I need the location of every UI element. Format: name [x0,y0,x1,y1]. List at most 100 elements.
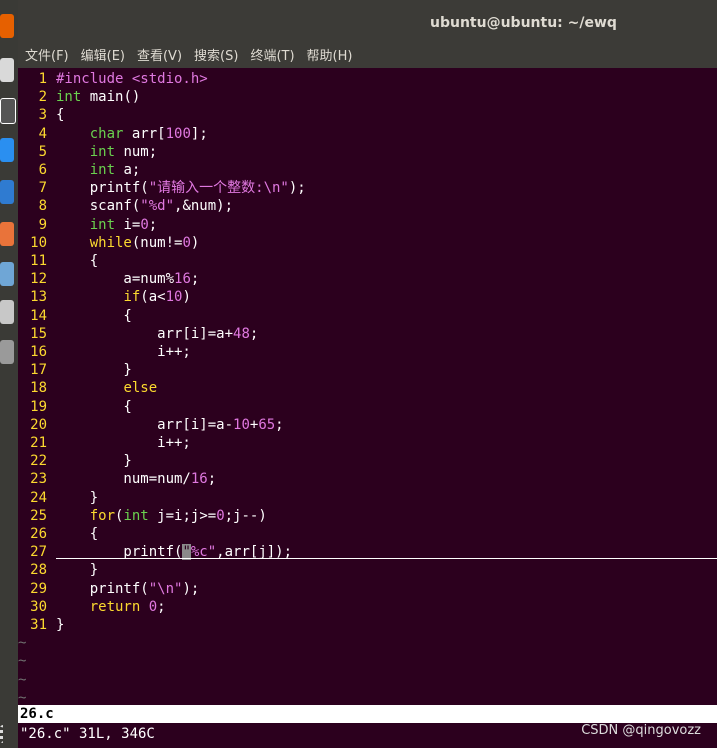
line-number: 20 [30,416,47,433]
line-code: printf("\n"); [56,580,200,597]
code-line: 31} [18,616,64,634]
code-token: num; [115,143,158,160]
line-code: arr[i]=a+48; [56,326,258,342]
code-token: scanf( [56,198,141,215]
code-line: 8 scanf("%d",&num); [18,197,233,215]
code-token: { [56,107,65,124]
code-token: ) [182,289,191,306]
code-token: 0 [140,216,149,233]
code-token: { [56,526,99,542]
text-editor-icon[interactable] [0,300,14,324]
code-line: 24 } [18,489,98,507]
menu-search[interactable]: 搜索(S) [194,45,238,64]
code-token: } [56,562,99,579]
line-code: i++; [56,435,191,451]
line-number: 10 [30,234,47,251]
code-token: ) [190,234,200,251]
empty-line-marker: ~ [18,671,27,688]
code-line: 6 int a; [18,161,141,179]
firefox-icon[interactable] [0,14,14,38]
code-token: } [56,453,132,470]
line-code: char arr[100]; [56,126,208,142]
menu-help[interactable]: 帮助(H) [307,45,353,64]
code-line: 11 { [18,252,98,270]
code-token: "请输入一个整数:\n" [148,180,289,197]
code-token: ]; [190,125,208,142]
code-token: int [123,507,149,524]
software-icon[interactable] [0,222,14,246]
menu-file[interactable]: 文件(F) [25,45,69,64]
code-token: 10 [233,416,250,433]
code-line: 14 { [18,307,132,325]
line-code: else [56,380,157,396]
code-token: 0 [216,507,225,524]
empty-line-marker: ~ [18,635,27,652]
code-line: 1 #include <stdio.h> [18,70,208,88]
code-token: arr[i]=a- [56,416,234,433]
code-token: <stdio.h> [131,71,208,87]
code-token: (num!= [131,234,183,251]
line-number: 14 [30,307,47,324]
settings-icon[interactable] [0,262,14,286]
line-number: 2 [38,89,47,106]
line-number: 17 [30,362,47,379]
code-line: 15 arr[i]=a+48; [18,325,258,343]
menu-edit[interactable]: 编辑(E) [81,45,125,64]
apps-grid-icon[interactable] [0,725,17,743]
writer-icon[interactable] [0,180,14,204]
code-line: 7 printf("请输入一个整数:\n"); [18,179,306,197]
title-bar: ubuntu@ubuntu: ~/ewq [18,8,717,40]
line-code: } [56,562,98,578]
code-token: ); [182,580,200,597]
code-token: arr[ [123,125,166,142]
code-token: 0 [148,598,158,615]
code-line: 29 printf("\n"); [18,580,199,598]
line-number: 22 [30,453,47,470]
code-token: { [56,307,132,324]
window-title: ubuntu@ubuntu: ~/ewq [430,15,617,31]
code-line: 13 if(a<10) [18,288,191,306]
line-number: 6 [38,162,47,178]
line-number: 21 [30,435,47,451]
line-number: 16 [30,344,47,360]
code-line: 25 for(int j=i;j>=0;j--) [18,507,267,525]
code-line: 5 int num; [18,143,158,161]
line-number: 3 [38,107,47,124]
terminal-icon[interactable] [0,98,16,124]
line-code: return 0; [56,599,166,615]
line-number: 31 [30,617,47,633]
menu-terminal[interactable]: 终端(T) [250,45,294,64]
code-token: ,&num); [174,198,234,215]
code-line: 4 char arr[100]; [18,125,208,143]
line-code: } [56,453,132,470]
code-line: 26 { [18,525,98,543]
line-number: 26 [30,526,47,542]
line-code: arr[i]=a-10+65; [56,416,283,433]
code-line: 17 } [18,361,132,379]
line-code: { [56,399,131,415]
code-line: 12 a=num%16; [18,270,199,288]
line-number: 5 [38,143,47,160]
line-code: if(a<10) [56,289,191,306]
line-number: 8 [38,198,47,215]
menu-view[interactable]: 查看(V) [137,45,182,64]
code-line: 19 { [18,398,132,416]
line-code: int main() [56,89,140,105]
files-icon[interactable] [0,58,14,82]
help-icon[interactable] [0,340,14,364]
code-line: 22 } [18,452,132,470]
code-token: 100 [165,125,191,142]
code-token: ); [288,180,306,197]
code-token: (a< [140,289,166,306]
line-number: 27 [30,544,47,561]
line-number: 7 [38,180,47,197]
line-number: 12 [30,271,47,288]
vscode-icon[interactable] [0,138,14,162]
terminal-area[interactable]: 1 #include <stdio.h> 2 int main() 3 {4 char a… [18,68,717,748]
